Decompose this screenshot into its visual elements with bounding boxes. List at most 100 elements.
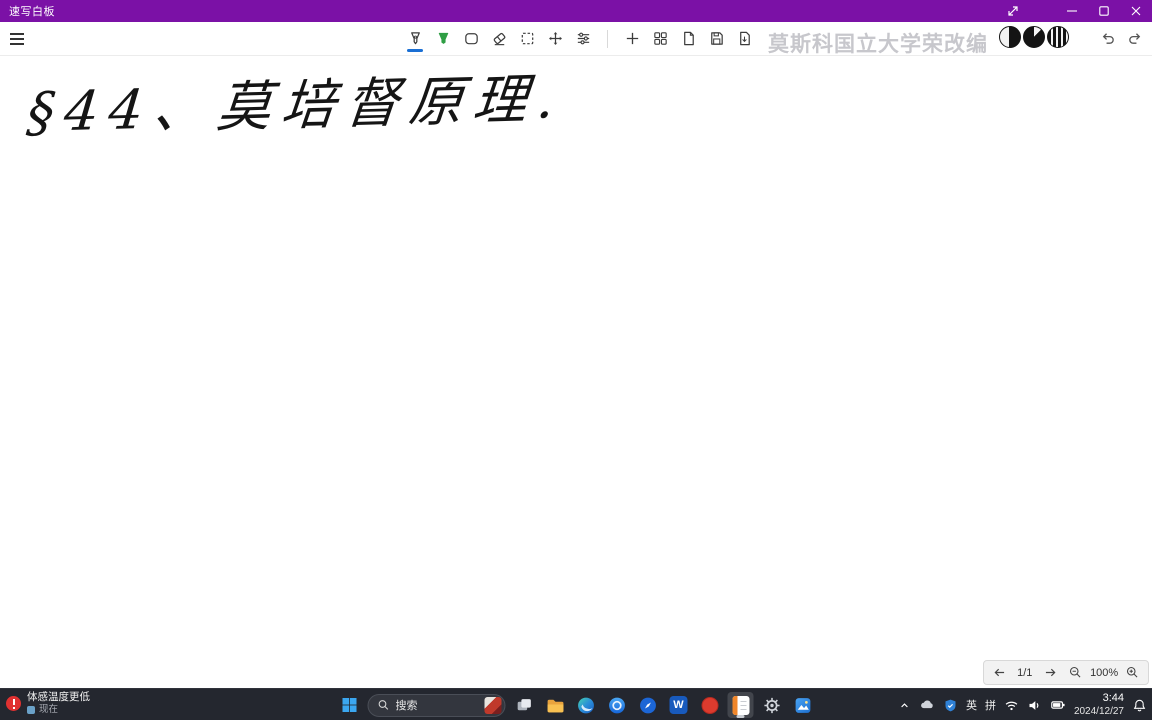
pen-icon bbox=[407, 30, 424, 47]
journal-icon bbox=[732, 695, 749, 715]
add-page-button[interactable] bbox=[620, 25, 644, 53]
ime-language-button[interactable]: 英 bbox=[966, 697, 977, 713]
history-controls bbox=[1095, 25, 1147, 51]
watermark-badge-icon bbox=[1047, 26, 1069, 48]
chevron-up-icon bbox=[898, 699, 911, 712]
clock-widget[interactable]: 3:44 2024/12/27 bbox=[1074, 692, 1124, 717]
export-button[interactable] bbox=[732, 25, 756, 53]
widget-sub-icon bbox=[27, 706, 35, 715]
video-watermark: 莫斯科国立大学荣改编 bbox=[768, 33, 988, 56]
battery-button[interactable] bbox=[1050, 697, 1066, 713]
onedrive-tray-button[interactable] bbox=[919, 697, 935, 713]
whiteboard-app-button[interactable] bbox=[727, 692, 754, 718]
highlighter-tool-button[interactable] bbox=[431, 25, 455, 53]
word-badge-letter: W bbox=[673, 699, 684, 711]
start-button[interactable] bbox=[337, 692, 363, 718]
toolbar: 莫斯科国立大学荣改编 bbox=[0, 22, 1152, 56]
fullscreen-button[interactable] bbox=[998, 0, 1028, 22]
gear-icon bbox=[762, 696, 781, 715]
shape-icon bbox=[463, 30, 480, 47]
watermark-badge-icon bbox=[1023, 26, 1045, 48]
browser-blue-button[interactable] bbox=[604, 692, 630, 718]
weather-subline: 现在 bbox=[39, 704, 59, 716]
ime-language-label: 英 bbox=[965, 700, 977, 712]
move-icon bbox=[547, 30, 564, 47]
new-document-button[interactable] bbox=[676, 25, 700, 53]
previous-page-button[interactable] bbox=[989, 663, 1009, 683]
tool-group bbox=[403, 22, 756, 55]
photos-app-button[interactable] bbox=[790, 692, 816, 718]
zoom-out-button[interactable] bbox=[1065, 663, 1085, 683]
toolbar-divider bbox=[607, 29, 608, 48]
lasso-select-icon bbox=[519, 30, 536, 47]
time-label: 3:44 bbox=[1102, 692, 1124, 705]
weather-headline: 体感温度更低 bbox=[27, 691, 90, 703]
system-tray: 英 拼 3:44 2024/12/27 bbox=[898, 689, 1147, 720]
speaker-icon bbox=[1027, 698, 1042, 713]
arrow-left-icon bbox=[992, 665, 1007, 680]
save-button[interactable] bbox=[704, 25, 728, 53]
shield-icon bbox=[943, 698, 958, 713]
shape-tool-button[interactable] bbox=[459, 25, 483, 53]
settings-button[interactable] bbox=[759, 692, 785, 718]
move-tool-button[interactable] bbox=[543, 25, 567, 53]
volume-button[interactable] bbox=[1027, 698, 1042, 713]
eraser-tool-button[interactable] bbox=[487, 25, 511, 53]
weather-widget[interactable]: 体感温度更低 现在 bbox=[6, 691, 90, 716]
task-view-icon bbox=[514, 696, 533, 715]
settings-sliders-button[interactable] bbox=[571, 25, 595, 53]
task-view-button[interactable] bbox=[511, 692, 537, 718]
word-icon: W bbox=[669, 696, 688, 714]
notifications-button[interactable] bbox=[1132, 698, 1147, 713]
pen-tool-button[interactable] bbox=[403, 25, 427, 53]
next-page-button[interactable] bbox=[1041, 663, 1061, 683]
maximize-button[interactable] bbox=[1088, 0, 1120, 22]
watermark-badge-icon bbox=[999, 26, 1021, 48]
zoom-out-icon bbox=[1068, 665, 1083, 680]
weather-alert-icon bbox=[6, 696, 21, 711]
security-tray-button[interactable] bbox=[943, 698, 958, 713]
search-highlight-image bbox=[484, 696, 502, 714]
search-label: 搜索 bbox=[395, 700, 418, 712]
date-label: 2024/12/27 bbox=[1073, 705, 1124, 717]
window-title: 速写白板 bbox=[9, 6, 55, 18]
bell-icon bbox=[1132, 698, 1147, 713]
windows-logo-icon bbox=[341, 696, 359, 714]
recorder-app-button[interactable] bbox=[697, 692, 723, 718]
search-box[interactable]: 搜索 bbox=[367, 693, 506, 717]
network-button[interactable] bbox=[1004, 698, 1019, 713]
zoom-in-button[interactable] bbox=[1123, 663, 1143, 683]
browser-icon bbox=[607, 696, 626, 715]
record-dot-icon bbox=[701, 696, 718, 714]
cloud-icon bbox=[919, 697, 935, 713]
undo-button[interactable] bbox=[1095, 25, 1119, 51]
edge-browser-button[interactable] bbox=[573, 692, 599, 718]
minimize-icon bbox=[1067, 6, 1077, 16]
template-grid-button[interactable] bbox=[648, 25, 672, 53]
wifi-icon bbox=[1004, 698, 1019, 713]
whiteboard-canvas[interactable]: §44、莫培督原理. bbox=[0, 57, 1152, 688]
redo-button[interactable] bbox=[1123, 25, 1147, 51]
edge-icon bbox=[576, 696, 595, 715]
menu-button[interactable] bbox=[6, 28, 28, 50]
word-button[interactable]: W bbox=[666, 692, 692, 718]
tray-overflow-button[interactable] bbox=[898, 699, 911, 712]
battery-icon bbox=[1050, 697, 1066, 713]
compass-app-button[interactable] bbox=[635, 692, 661, 718]
ime-mode-label: 拼 bbox=[984, 700, 996, 712]
page-zoom-bar: 1/1 100% bbox=[983, 660, 1149, 685]
ime-mode-button[interactable]: 拼 bbox=[985, 697, 996, 713]
redo-icon bbox=[1127, 30, 1144, 47]
undo-icon bbox=[1099, 30, 1116, 47]
plus-icon bbox=[624, 30, 641, 47]
export-icon bbox=[736, 30, 753, 47]
close-button[interactable] bbox=[1120, 0, 1152, 22]
minimize-button[interactable] bbox=[1056, 0, 1088, 22]
eraser-icon bbox=[491, 30, 508, 47]
file-explorer-button[interactable] bbox=[542, 692, 568, 718]
highlighter-icon bbox=[435, 30, 452, 47]
compass-icon bbox=[638, 696, 657, 715]
titlebar: 速写白板 bbox=[0, 0, 1152, 22]
handwritten-note: §44、莫培督原理. bbox=[24, 66, 568, 145]
select-tool-button[interactable] bbox=[515, 25, 539, 53]
